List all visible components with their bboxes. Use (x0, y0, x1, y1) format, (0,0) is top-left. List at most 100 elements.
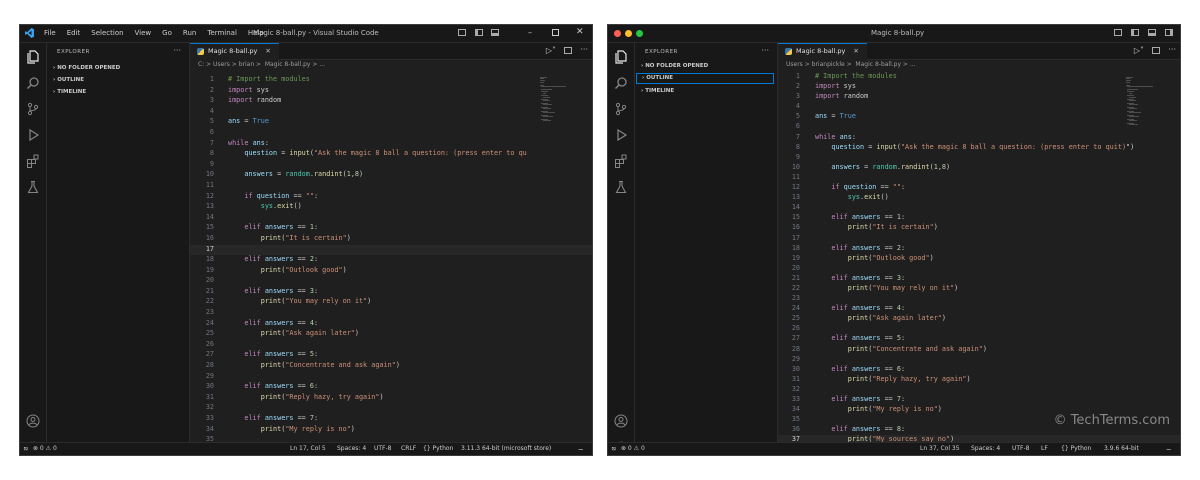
code-line[interactable]: 23 (778, 294, 1180, 304)
source-control-icon[interactable] (614, 101, 628, 116)
code-line[interactable]: 26 (778, 324, 1180, 334)
sidebar-toggle-icon[interactable] (1131, 29, 1139, 36)
code-line[interactable]: 13 sys.exit() (778, 193, 1180, 203)
code-line[interactable]: 32 (190, 403, 592, 414)
code-line[interactable]: 29 (190, 372, 592, 383)
panel-toggle-icon[interactable] (491, 29, 499, 36)
run-python-file-icon[interactable]: ▷˅ (546, 46, 556, 55)
more-actions-icon[interactable]: ··· (761, 46, 769, 55)
code-line[interactable]: 4 (778, 102, 1180, 112)
close-tab-icon[interactable]: ✕ (265, 47, 270, 55)
code-line[interactable]: 21 elif answers == 3: (778, 274, 1180, 284)
code-line[interactable]: 32 (778, 385, 1180, 395)
code-line[interactable]: 18 elif answers == 2: (778, 244, 1180, 254)
problems-counter[interactable]: ⊗ 0 ⚠ 0 (621, 445, 645, 452)
menu-file[interactable]: File (44, 29, 56, 37)
code-line[interactable]: 10 answers = random.randint(1,8) (778, 163, 1180, 173)
section-no-folder[interactable]: › NO FOLDER OPENED (641, 63, 708, 69)
code-line[interactable]: 3 import random (190, 96, 592, 107)
editor-more-icon[interactable]: ··· (1168, 45, 1176, 54)
run-debug-icon[interactable] (614, 127, 628, 142)
account-icon[interactable] (26, 413, 40, 428)
code-line[interactable]: 6 (190, 128, 592, 139)
code-line[interactable]: 7 while ans: (778, 133, 1180, 143)
split-editor-icon[interactable] (1152, 47, 1160, 54)
section-timeline[interactable]: › TIMELINE (641, 88, 674, 94)
code-line[interactable]: 20 (778, 264, 1180, 274)
code-line[interactable]: 3 import random (778, 92, 1180, 102)
cursor-position[interactable]: Ln 17, Col 5 (290, 445, 326, 452)
extensions-icon[interactable] (26, 153, 40, 168)
code-line[interactable]: 10 answers = random.randint(1,8) (190, 170, 592, 181)
code-line[interactable]: 30 elif answers == 6: (190, 382, 592, 393)
section-outline[interactable]: › OUTLINE (53, 77, 84, 83)
close-tab-icon[interactable]: ✕ (853, 47, 858, 55)
code-line[interactable]: 28 print("Concentrate and ask again") (778, 345, 1180, 355)
notifications-bell-icon[interactable]: ⚊ (578, 445, 583, 452)
code-line[interactable]: 9 (778, 153, 1180, 163)
code-line[interactable]: 1 # Import the modules (778, 72, 1180, 82)
code-line[interactable]: 34 print("My reply is no") (190, 425, 592, 436)
code-line[interactable]: 8 question = input("Ask the magic 8 ball… (190, 149, 592, 160)
code-line[interactable]: 33 elif answers == 7: (190, 414, 592, 425)
code-line[interactable]: 4 (190, 107, 592, 118)
minimize-button[interactable]: – (528, 28, 532, 37)
code-line[interactable]: 31 print("Reply hazy, try again") (778, 375, 1180, 385)
breadcrumb[interactable]: C: > Users > brian > Magic 8-ball.py > .… (198, 61, 325, 68)
section-no-folder[interactable]: › NO FOLDER OPENED (53, 65, 120, 71)
code-line[interactable]: 1 # Import the modules (190, 75, 592, 86)
code-line[interactable]: 9 (190, 160, 592, 171)
language-mode[interactable]: {} Python (423, 445, 453, 452)
code-line[interactable]: 26 (190, 340, 592, 351)
indentation[interactable]: Spaces: 4 (337, 445, 366, 452)
layout-toggle-icon[interactable] (458, 29, 466, 36)
more-actions-icon[interactable]: ··· (173, 46, 181, 55)
code-line[interactable]: 28 print("Concentrate and ask again") (190, 361, 592, 372)
extensions-icon[interactable] (614, 153, 628, 168)
code-line[interactable]: 20 (190, 276, 592, 287)
code-editor[interactable]: 1 # Import the modules 2 import sys 3 import … (778, 72, 1180, 446)
close-button[interactable]: ✕ (576, 27, 584, 37)
code-line[interactable]: 2 import sys (190, 86, 592, 97)
run-python-file-icon[interactable]: ▷˅ (1134, 46, 1144, 55)
code-line[interactable]: 13 sys.exit() (190, 202, 592, 213)
search-icon[interactable] (26, 75, 40, 90)
menu-view[interactable]: View (135, 29, 152, 37)
explorer-icon[interactable] (26, 49, 40, 64)
code-line[interactable]: 19 print("Outlook good") (190, 266, 592, 277)
code-line[interactable]: 11 (190, 181, 592, 192)
code-line[interactable]: 31 print("Reply hazy, try again") (190, 393, 592, 404)
code-line[interactable]: 30 elif answers == 6: (778, 365, 1180, 375)
code-line[interactable]: 16 print("It is certain") (190, 234, 592, 245)
notifications-bell-icon[interactable]: ⚊ (1166, 445, 1171, 452)
minimap[interactable] (540, 77, 568, 123)
code-line[interactable]: 6 (778, 122, 1180, 132)
python-interpreter[interactable]: 3.9.6 64-bit (1104, 445, 1139, 452)
menu-run[interactable]: Run (183, 29, 196, 37)
code-line[interactable]: 29 (778, 355, 1180, 365)
line-ending[interactable]: CRLF (401, 445, 416, 452)
minimap[interactable] (1126, 77, 1154, 125)
language-mode[interactable]: {} Python (1061, 445, 1091, 452)
maximize-button[interactable] (552, 29, 559, 36)
code-line[interactable]: 8 question = input("Ask the magic 8 ball… (778, 143, 1180, 153)
cursor-position[interactable]: Ln 37, Col 35 (920, 445, 960, 452)
code-line[interactable]: 21 elif answers == 3: (190, 287, 592, 298)
code-line[interactable]: 12 if question == "": (190, 192, 592, 203)
code-line[interactable]: 17 (778, 234, 1180, 244)
run-debug-icon[interactable] (26, 127, 40, 142)
minimize-traffic-light[interactable] (625, 30, 632, 37)
code-line[interactable]: 15 elif answers == 1: (190, 223, 592, 234)
remote-indicator-icon[interactable]: ⧅ (612, 445, 616, 453)
search-icon[interactable] (614, 75, 628, 90)
explorer-icon[interactable] (614, 49, 628, 64)
section-outline[interactable]: › OUTLINE (636, 73, 774, 84)
sidebar-toggle-icon[interactable] (475, 29, 483, 36)
code-line[interactable]: 24 elif answers == 4: (190, 319, 592, 330)
testing-flask-icon[interactable] (614, 179, 628, 194)
code-line[interactable]: 25 print("Ask again later") (190, 329, 592, 340)
code-line[interactable]: 24 elif answers == 4: (778, 304, 1180, 314)
code-line[interactable]: 27 elif answers == 5: (778, 334, 1180, 344)
split-editor-icon[interactable] (564, 47, 572, 54)
code-line[interactable]: 11 (778, 173, 1180, 183)
